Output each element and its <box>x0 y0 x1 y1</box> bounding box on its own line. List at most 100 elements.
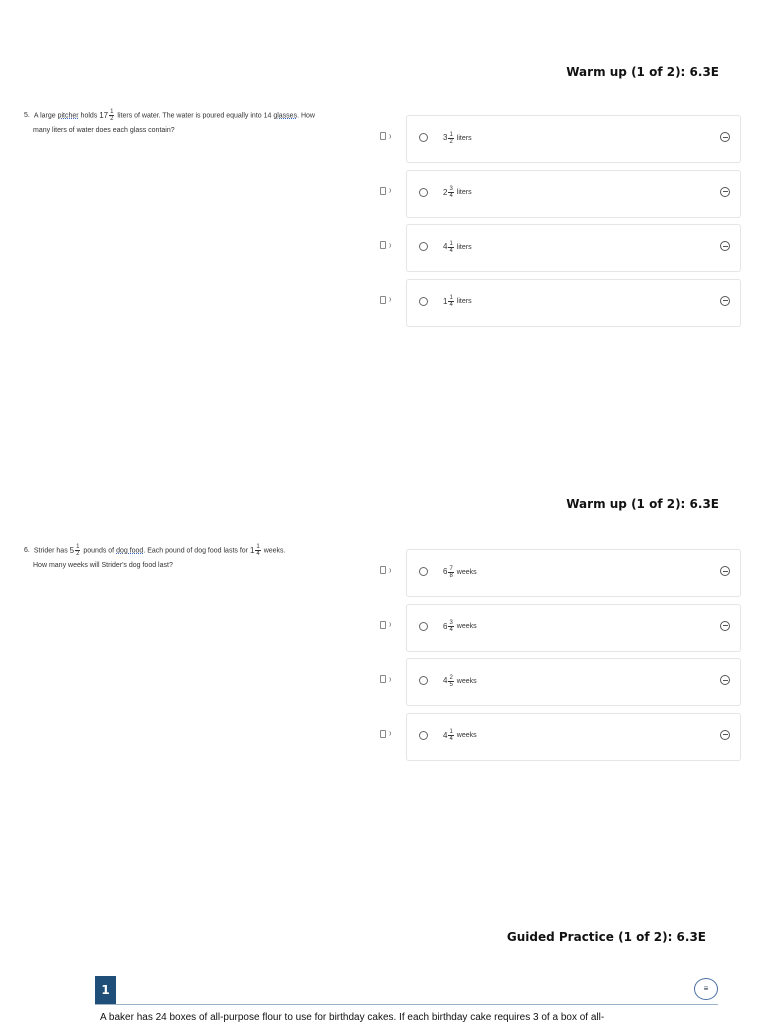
radio-button[interactable] <box>419 567 428 576</box>
answer-choice[interactable]: 4 2 5 weeks <box>406 658 741 706</box>
fraction-numerator: 3 <box>448 620 454 627</box>
mixed-number-whole: 5 <box>69 546 75 555</box>
unit-label: weeks <box>456 623 477 631</box>
fraction-denominator: 2 <box>449 138 453 145</box>
radio-button[interactable] <box>419 242 428 251</box>
unit-label: weeks <box>456 677 477 685</box>
speaker-icon[interactable] <box>380 186 396 197</box>
glossary-word-pitcher[interactable]: pitcher <box>58 112 79 119</box>
section-header: Warm up (1 of 2): 6.3E <box>566 497 719 511</box>
speaker-icon[interactable] <box>380 566 396 576</box>
menu-icon[interactable]: ≡ <box>694 978 718 1000</box>
radio-button[interactable] <box>419 730 428 740</box>
question-text: liters of water. The water is poured equ… <box>115 112 274 120</box>
question-6: 6. Strider has 512 pounds of dog food. Ea… <box>24 543 354 573</box>
answer-choice[interactable]: 2 3 4 liters <box>406 169 741 218</box>
problem-number-badge: 1 <box>95 976 116 1004</box>
eliminate-icon[interactable] <box>720 620 730 631</box>
eliminate-icon[interactable] <box>720 132 730 142</box>
speaker-icon[interactable] <box>380 295 396 306</box>
unit-label: weeks <box>456 732 477 740</box>
radio-button[interactable] <box>419 676 428 685</box>
guided-practice-bar: 1 ≡ <box>95 976 718 1005</box>
eliminate-icon[interactable] <box>720 729 730 740</box>
choice-label: 4 2 5 weeks <box>443 670 477 693</box>
unit-label: weeks <box>456 568 477 576</box>
question-text: . How <box>297 112 315 120</box>
speaker-icon[interactable] <box>380 675 396 685</box>
eliminate-icon[interactable] <box>720 675 730 685</box>
fraction: 12 <box>109 109 115 122</box>
choice-label: 4 1 4 liters <box>443 236 472 259</box>
fraction-numerator: 3 <box>448 186 454 193</box>
fraction-denominator: 4 <box>449 247 453 254</box>
unit-label: liters <box>456 298 472 306</box>
fraction-numerator: 1 <box>75 544 81 551</box>
eliminate-icon[interactable] <box>720 295 730 306</box>
fraction: 25 <box>448 674 454 688</box>
fraction: 34 <box>448 620 454 633</box>
choice-row: 2 3 4 liters <box>380 169 741 218</box>
fraction-numerator: 1 <box>448 295 454 302</box>
choice-row: 1 1 4 liters <box>380 278 741 327</box>
fraction: 34 <box>448 186 454 199</box>
answer-choice[interactable]: 4 1 4 liters <box>406 224 741 272</box>
question-number: 5. <box>24 112 30 120</box>
question-text: A large <box>33 112 58 120</box>
choice-label: 1 1 4 liters <box>443 291 472 314</box>
mixed-number-whole: 4 <box>443 730 448 740</box>
section-header: Warm up (1 of 2): 6.3E <box>566 65 719 79</box>
fraction: 14 <box>448 729 454 742</box>
mixed-number-whole: 1 <box>443 296 448 306</box>
fraction: 12 <box>75 544 81 557</box>
fraction-numerator: 2 <box>448 674 454 682</box>
eliminate-icon[interactable] <box>720 566 730 576</box>
mixed-number-whole: 4 <box>443 676 448 685</box>
fraction-denominator: 4 <box>449 302 453 308</box>
fraction-denominator: 2 <box>110 116 114 122</box>
fraction-numerator: 1 <box>448 240 454 248</box>
answer-choice[interactable]: 3 1 2 liters <box>406 115 741 163</box>
radio-button[interactable] <box>419 133 428 142</box>
mixed-number-whole: 6 <box>443 567 448 576</box>
eliminate-icon[interactable] <box>720 186 730 197</box>
answer-choice[interactable]: 4 1 4 weeks <box>406 712 741 761</box>
choice-row: 6 7 8 weeks <box>380 549 741 597</box>
question-number: 6. <box>24 547 30 555</box>
choice-label: 3 1 2 liters <box>443 127 472 150</box>
mixed-number-whole: 2 <box>443 187 448 197</box>
glossary-word-glasses[interactable]: glasses <box>273 112 297 119</box>
question-text: . Each pound of dog food lasts for <box>143 547 250 555</box>
fraction-numerator: 1 <box>255 544 261 551</box>
fraction-numerator: 7 <box>448 565 454 573</box>
eliminate-icon[interactable] <box>720 241 730 251</box>
fraction-numerator: 1 <box>448 729 454 736</box>
speaker-icon[interactable] <box>380 729 396 740</box>
answer-choice[interactable]: 1 1 4 liters <box>406 278 741 327</box>
question-5: 5. A large pitcher holds 17 1 2 liters of w… <box>24 108 354 138</box>
fraction-denominator: 5 <box>449 681 453 688</box>
speaker-icon[interactable] <box>380 132 396 142</box>
answer-choice[interactable]: 6 7 8 weeks <box>406 549 741 597</box>
radio-button[interactable] <box>419 296 428 306</box>
fraction-denominator: 8 <box>449 572 453 579</box>
question-text-line2: many liters of water does each glass con… <box>33 127 175 135</box>
mixed-number-whole: 1 <box>249 546 255 555</box>
fraction-denominator: 4 <box>449 627 453 633</box>
choice-row: 6 3 4 weeks <box>380 603 741 652</box>
question-text-line2: How many weeks will Strider's dog food l… <box>33 562 173 570</box>
radio-button[interactable] <box>419 187 428 197</box>
radio-button[interactable] <box>419 621 428 631</box>
choice-row: 3 1 2 liters <box>380 115 741 163</box>
fraction: 14 <box>448 295 454 308</box>
fraction-denominator: 4 <box>449 193 453 199</box>
speaker-icon[interactable] <box>380 241 396 251</box>
fraction-numerator: 1 <box>448 131 454 139</box>
unit-label: liters <box>456 243 472 251</box>
speaker-icon[interactable] <box>380 620 396 631</box>
answer-choice[interactable]: 6 3 4 weeks <box>406 603 741 652</box>
glossary-word-dog-food[interactable]: dog food <box>116 547 143 554</box>
fraction: 78 <box>448 565 454 579</box>
choice-row: 4 1 4 liters <box>380 224 741 272</box>
unit-label: liters <box>456 134 472 142</box>
